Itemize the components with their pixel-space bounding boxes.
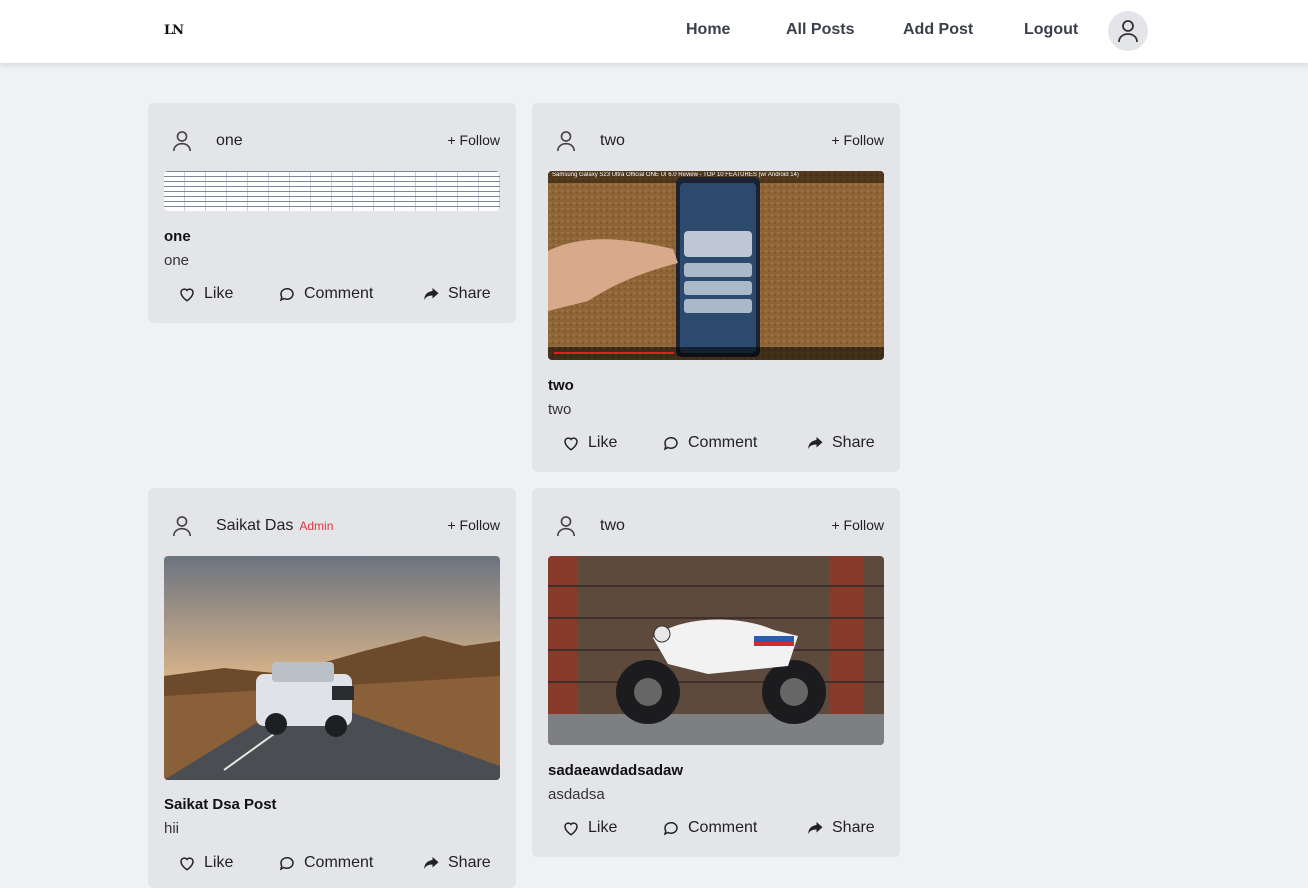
author-name-text: Saikat Das bbox=[216, 517, 294, 534]
like-label: Like bbox=[204, 285, 234, 302]
post-title: sadaeawdadsadaw bbox=[548, 762, 684, 779]
user-icon bbox=[173, 516, 191, 537]
author-avatar[interactable] bbox=[164, 123, 200, 159]
author-avatar[interactable] bbox=[548, 508, 584, 544]
post-body: one bbox=[164, 252, 190, 269]
share-button[interactable]: Share bbox=[422, 854, 491, 872]
comment-label: Comment bbox=[688, 434, 758, 451]
post-image[interactable] bbox=[164, 556, 500, 780]
post-card: two + Follow Samsung Galaxy S23 Ultra Of… bbox=[532, 103, 900, 472]
share-icon bbox=[424, 288, 439, 300]
user-icon bbox=[1118, 20, 1138, 43]
author-name-text: two bbox=[600, 517, 625, 534]
comment-icon bbox=[663, 436, 678, 451]
post-card: one + Follow one one Like Comment Share bbox=[148, 103, 516, 323]
nav-logout-link[interactable]: Logout bbox=[1024, 21, 1078, 39]
video-caption: Samsung Galaxy S23 Ultra Official ONE UI… bbox=[552, 172, 799, 178]
heart-icon bbox=[564, 822, 578, 836]
share-button[interactable]: Share bbox=[422, 285, 491, 303]
author-name-text: one bbox=[216, 132, 243, 149]
post-title: two bbox=[548, 377, 574, 394]
post-title: one bbox=[164, 228, 191, 245]
user-icon bbox=[173, 131, 191, 152]
author-name[interactable]: one bbox=[216, 132, 243, 150]
comment-icon bbox=[279, 856, 294, 871]
share-label: Share bbox=[448, 854, 491, 871]
like-label: Like bbox=[588, 819, 618, 836]
comment-button[interactable]: Comment bbox=[278, 854, 373, 872]
admin-badge: Admin bbox=[299, 519, 334, 533]
post-actions: Like Comment Share bbox=[164, 285, 500, 309]
author-name[interactable]: Saikat Das Admin bbox=[216, 517, 333, 535]
author-name[interactable]: two bbox=[600, 132, 625, 150]
share-label: Share bbox=[448, 285, 491, 302]
post-card: Saikat Das Admin + Follow Saikat Dsa Pos… bbox=[148, 488, 516, 888]
post-header: Saikat Das Admin + Follow bbox=[164, 508, 500, 544]
post-video[interactable]: Samsung Galaxy S23 Ultra Official ONE UI… bbox=[548, 171, 884, 360]
user-icon bbox=[557, 516, 575, 537]
post-title: Saikat Dsa Post bbox=[164, 796, 277, 813]
comment-icon bbox=[663, 821, 678, 836]
comment-icon bbox=[279, 287, 294, 302]
heart-icon bbox=[180, 288, 194, 302]
heart-icon bbox=[564, 437, 578, 451]
author-avatar[interactable] bbox=[548, 123, 584, 159]
author-name[interactable]: two bbox=[600, 517, 625, 535]
follow-button[interactable]: + Follow bbox=[447, 132, 500, 148]
user-icon bbox=[557, 131, 575, 152]
post-body: hii bbox=[164, 820, 180, 837]
nav-add-post-link[interactable]: Add Post bbox=[903, 21, 973, 39]
share-icon bbox=[808, 822, 823, 834]
comment-button[interactable]: Comment bbox=[662, 819, 757, 837]
post-body: asdadsa bbox=[548, 786, 605, 803]
follow-button[interactable]: + Follow bbox=[831, 132, 884, 148]
navbar: LN Home All Posts Add Post Logout bbox=[0, 0, 1308, 63]
like-label: Like bbox=[588, 434, 618, 451]
comment-label: Comment bbox=[304, 854, 374, 871]
post-image[interactable] bbox=[548, 556, 884, 745]
share-label: Share bbox=[832, 434, 875, 451]
post-image[interactable] bbox=[164, 171, 500, 211]
post-actions: Like Comment Share bbox=[548, 434, 884, 458]
comment-button[interactable]: Comment bbox=[278, 285, 373, 303]
comment-label: Comment bbox=[304, 285, 374, 302]
comment-button[interactable]: Comment bbox=[662, 434, 757, 452]
post-header: two + Follow bbox=[548, 508, 884, 544]
nav-all-posts-link[interactable]: All Posts bbox=[786, 21, 854, 39]
site-logo[interactable]: LN bbox=[164, 23, 184, 38]
follow-button[interactable]: + Follow bbox=[447, 517, 500, 533]
share-label: Share bbox=[832, 819, 875, 836]
post-card: two + Follow sadaeawdadsadaw asdadsa Lik… bbox=[532, 488, 900, 857]
follow-button[interactable]: + Follow bbox=[831, 517, 884, 533]
like-button[interactable]: Like bbox=[562, 819, 617, 837]
post-actions: Like Comment Share bbox=[164, 854, 500, 878]
comment-label: Comment bbox=[688, 819, 758, 836]
like-button[interactable]: Like bbox=[562, 434, 617, 452]
share-icon bbox=[424, 857, 439, 869]
heart-icon bbox=[180, 857, 194, 871]
like-label: Like bbox=[204, 854, 234, 871]
profile-avatar[interactable] bbox=[1108, 11, 1148, 51]
author-avatar[interactable] bbox=[164, 508, 200, 544]
like-button[interactable]: Like bbox=[178, 854, 233, 872]
author-name-text: two bbox=[600, 132, 625, 149]
post-actions: Like Comment Share bbox=[548, 819, 884, 843]
share-button[interactable]: Share bbox=[806, 434, 875, 452]
share-icon bbox=[808, 437, 823, 449]
post-body: two bbox=[548, 401, 572, 418]
share-button[interactable]: Share bbox=[806, 819, 875, 837]
post-header: two + Follow bbox=[548, 123, 884, 159]
like-button[interactable]: Like bbox=[178, 285, 233, 303]
nav-home-link[interactable]: Home bbox=[686, 21, 730, 39]
post-header: one + Follow bbox=[164, 123, 500, 159]
